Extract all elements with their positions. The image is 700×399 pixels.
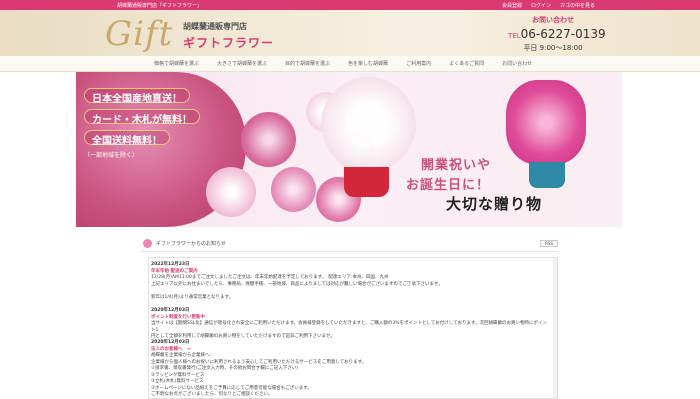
account-links: 会員登録 ログイン カゴの中を見る: [502, 2, 595, 9]
hero-badge-shipping: 全国送料無料！: [84, 130, 170, 147]
orchid-image: [271, 167, 316, 212]
login-link[interactable]: ログイン: [531, 2, 551, 9]
news-header: ギフトフラワーからのお知らせ: [140, 236, 558, 252]
logo-subtitle: 胡蝶蘭通販専門店: [183, 22, 247, 31]
contact-title: お問い合わせ: [532, 16, 574, 24]
hero-line2: お誕生日に！: [406, 178, 491, 193]
tel-number: 06-6227-0139: [520, 27, 606, 41]
logo-gift[interactable]: Gift: [105, 14, 173, 54]
news-item: 2020年12月03日 法人のお客様へ → 胡蝶蘭を企業様から企業様へ、 企業様…: [149, 340, 549, 398]
logo-name[interactable]: ギフトフラワー: [183, 34, 274, 51]
rss-button[interactable]: RSS: [540, 240, 558, 247]
news-title: ギフトフラワーからのお知らせ: [156, 241, 226, 247]
register-link[interactable]: 会員登録: [502, 2, 522, 9]
news-line: ご不明なお点がございましたら、何なりとご相談ください。: [151, 392, 273, 397]
nav-size[interactable]: 大きさで胡蝶蘭を選ぶ: [208, 60, 276, 67]
nav-contact[interactable]: お問い合わせ: [493, 60, 541, 67]
top-bar: 胡蝶蘭通販専門店「ギフトフラワー」 会員登録 ログイン カゴの中を見る: [0, 0, 700, 10]
site-tagline: 胡蝶蘭通販専門店「ギフトフラワー」: [117, 3, 203, 9]
hero-badge-note: （一部地域を除く）: [84, 152, 139, 159]
news-item: 2020年12月03日 ポイント制度を行い更新中 当サイトは【期間SSL化】通信…: [149, 308, 549, 341]
hero-banner[interactable]: 日本全国産地直送！ カード・木札が無料！ 全国送料無料！ （一部地域を除く） 開…: [76, 72, 622, 227]
orchid-image: [241, 112, 296, 167]
pink-orchid-image: [506, 80, 586, 165]
nav-purpose[interactable]: 目的で胡蝶蘭を選ぶ: [276, 60, 339, 67]
contact-tel[interactable]: TEL06-6227-0139: [508, 27, 606, 41]
nav-color[interactable]: 色を楽しむ胡蝶蘭: [339, 60, 397, 67]
nav-guide[interactable]: ご利用案内: [397, 60, 440, 67]
hero-badge-card: カード・木札が無料！: [84, 109, 200, 126]
flower-icon: [143, 239, 152, 248]
news-list[interactable]: 2022年12月23日 年末年始 配送のご案内 12/28(月)AM11:00ま…: [148, 257, 558, 399]
hero-line1: 開業祝いや: [421, 158, 492, 173]
blue-pot-image: [529, 162, 565, 188]
hero-line3: 大切な贈り物: [446, 195, 543, 213]
news-line: 新年は1/4(月)より通常営業となります。: [151, 294, 234, 300]
nav-price[interactable]: 価格で胡蝶蘭を選ぶ: [145, 60, 208, 67]
contact-hours: 平日 9:00～18:00: [523, 44, 583, 52]
nav-faq[interactable]: よくあるご質問: [440, 60, 493, 67]
contact-block: お問い合わせ TEL06-6227-0139 平日 9:00～18:00: [508, 15, 606, 53]
main-nav: 価格で胡蝶蘭を選ぶ 大きさで胡蝶蘭を選ぶ 目的で胡蝶蘭を選ぶ 色を楽しむ胡蝶蘭 …: [0, 56, 700, 72]
news-item: 2022年12月23日 年末年始 配送のご案内 12/28(月)AM11:00ま…: [149, 262, 549, 301]
hero-badge-direct: 日本全国産地直送！: [84, 88, 190, 105]
news-line: 当サイトは【期間SSL化】通信が暗号化され安全にご利用いただけます。会員様登録を…: [151, 321, 548, 333]
cart-link[interactable]: カゴの中を見る: [560, 2, 595, 9]
red-pot-image: [344, 167, 389, 197]
orchid-image: [206, 167, 256, 217]
news-scrollbar[interactable]: [553, 258, 557, 398]
white-orchid-image: [321, 77, 416, 172]
tel-prefix: TEL: [508, 32, 521, 40]
site-header: Gift 胡蝶蘭通販専門店 ギフトフラワー お問い合わせ TEL06-6227-…: [0, 10, 700, 56]
